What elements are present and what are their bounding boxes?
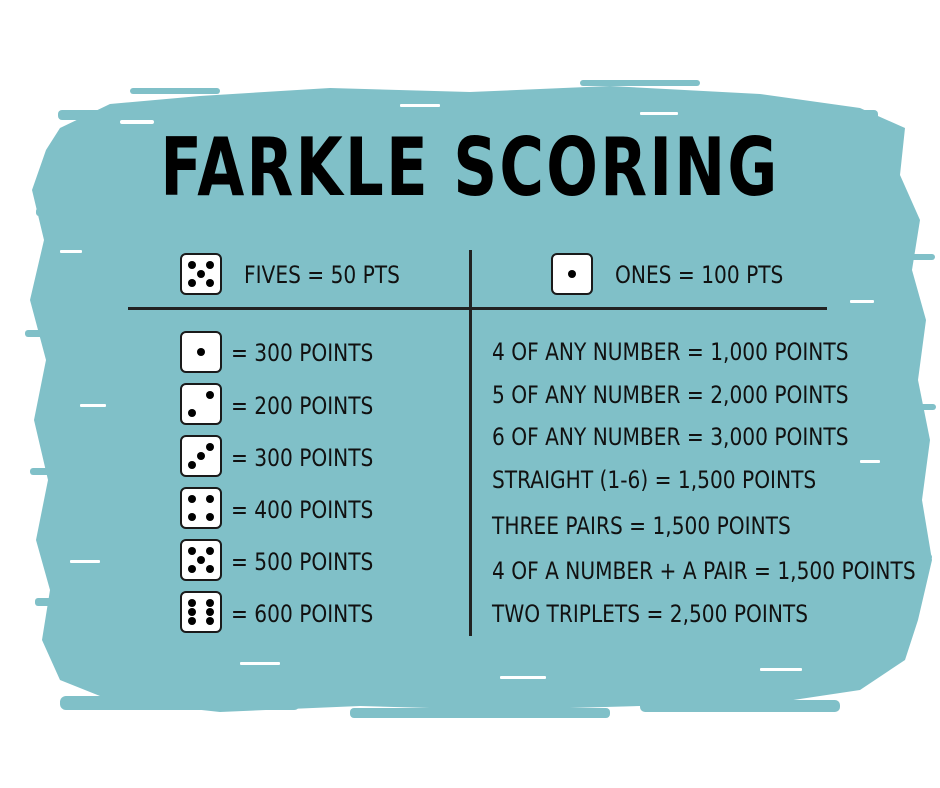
die-six-icon	[180, 591, 222, 633]
die-pip	[188, 495, 196, 503]
die-pip	[206, 599, 214, 607]
die-pip	[188, 279, 196, 287]
die-pip	[188, 608, 196, 616]
combo-item: THREE PAIRS = 1,500 POINTS	[492, 512, 791, 540]
combo-item: 4 OF ANY NUMBER = 1,000 POINTS	[492, 338, 849, 366]
triple-ones-label: = 300 POINTS	[231, 339, 374, 367]
die-pip	[206, 391, 214, 399]
horizontal-divider	[128, 307, 827, 310]
combo-item: STRAIGHT (1-6) = 1,500 POINTS	[492, 466, 817, 494]
die-pip	[206, 617, 214, 625]
die-two-icon	[180, 383, 222, 425]
die-pip	[188, 409, 196, 417]
die-pip	[206, 279, 214, 287]
die-pip	[197, 348, 205, 356]
triple-twos-label: = 200 POINTS	[231, 392, 374, 420]
die-pip	[188, 261, 196, 269]
combo-item: TWO TRIPLETS = 2,500 POINTS	[492, 600, 809, 628]
die-four-icon	[180, 487, 222, 529]
scoring-sheet: FARKLE SCORING FIVES = 50 PTS ONES = 100…	[0, 0, 940, 788]
die-pip	[206, 261, 214, 269]
ones-label: ONES = 100 PTS	[615, 261, 784, 289]
die-pip	[568, 270, 576, 278]
triple-fives-label: = 500 POINTS	[231, 548, 374, 576]
fives-label: FIVES = 50 PTS	[244, 261, 400, 289]
combo-item: 5 OF ANY NUMBER = 2,000 POINTS	[492, 381, 849, 409]
die-pip	[188, 565, 196, 573]
combo-item: 6 OF ANY NUMBER = 3,000 POINTS	[492, 423, 849, 451]
die-three-icon	[180, 435, 222, 477]
triple-fours-label: = 400 POINTS	[231, 496, 374, 524]
vertical-divider	[469, 250, 472, 636]
die-pip	[206, 608, 214, 616]
die-pip	[188, 617, 196, 625]
combo-item: 4 OF A NUMBER + A PAIR = 1,500 POINTS	[492, 557, 916, 585]
die-five-icon	[180, 539, 222, 581]
page-title: FARKLE SCORING	[160, 121, 780, 214]
die-pip	[188, 461, 196, 469]
die-one-icon	[551, 253, 593, 295]
die-pip	[188, 547, 196, 555]
die-pip	[206, 513, 214, 521]
triple-sixes-label: = 600 POINTS	[231, 600, 374, 628]
die-pip	[206, 495, 214, 503]
die-pip	[206, 565, 214, 573]
die-five-icon	[180, 253, 222, 295]
die-pip	[188, 599, 196, 607]
die-pip	[197, 556, 205, 564]
die-pip	[197, 452, 205, 460]
die-pip	[188, 513, 196, 521]
triple-threes-label: = 300 POINTS	[231, 444, 374, 472]
die-pip	[206, 547, 214, 555]
die-one-icon	[180, 331, 222, 373]
die-pip	[206, 443, 214, 451]
die-pip	[197, 270, 205, 278]
